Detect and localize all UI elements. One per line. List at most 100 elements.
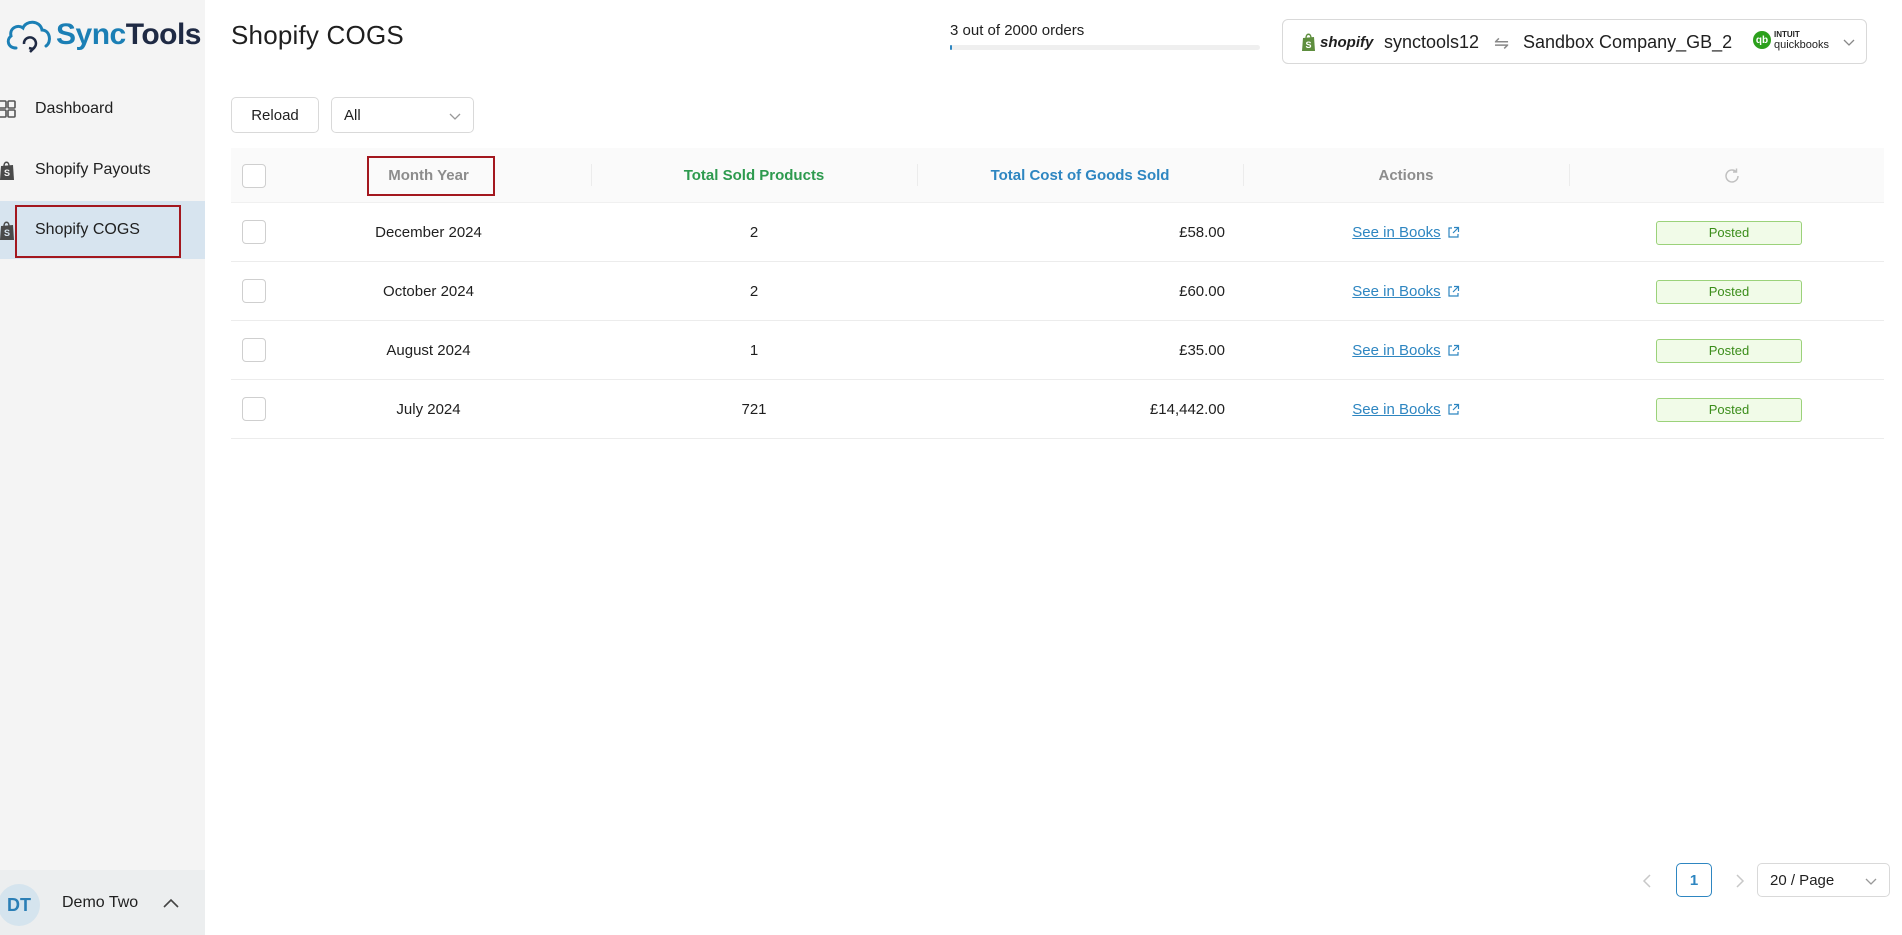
dashboard-grid-icon	[0, 100, 16, 118]
status-badge: Posted	[1656, 279, 1802, 304]
select-all-checkbox[interactable]	[242, 164, 266, 188]
external-link-icon	[1448, 285, 1459, 297]
cell-total-sold: 2	[749, 224, 759, 241]
sidebar-item-label: Shopify COGS	[35, 221, 140, 238]
cell-status: Posted	[1569, 380, 1889, 439]
chevron-down-icon	[1865, 878, 1877, 885]
sidebar-item-shopify-payouts[interactable]: S Shopify Payouts	[0, 141, 205, 199]
refresh-icon[interactable]	[1723, 167, 1741, 185]
cell-total-cost: £14,442.00	[1149, 401, 1225, 418]
status-badge: Posted	[1656, 338, 1802, 363]
page-number-button[interactable]: 1	[1676, 863, 1712, 897]
quickbooks-logo: qb INTUIT quickbooks	[1753, 30, 1830, 51]
shopify-logo: S shopify	[1301, 32, 1373, 52]
page-title: Shopify COGS	[231, 20, 404, 50]
see-in-books-label: See in Books	[1352, 283, 1441, 300]
table-header: Month Year Total Sold Products Total Cos…	[231, 148, 1884, 203]
quickbooks-mark-icon: qb	[1753, 31, 1771, 49]
external-link-icon	[1448, 403, 1459, 415]
row-checkbox[interactable]	[242, 338, 266, 362]
see-in-books-link[interactable]: See in Books	[1352, 342, 1459, 359]
cloud-sync-icon	[6, 20, 51, 53]
see-in-books-label: See in Books	[1352, 224, 1441, 241]
chevron-down-icon	[449, 113, 461, 120]
cell-total-cost: £58.00	[1179, 224, 1225, 241]
sidebar-item-label: Shopify Payouts	[35, 161, 151, 178]
shopify-bag-icon: S	[1302, 33, 1315, 51]
progress-track	[950, 45, 1260, 50]
status-badge: Posted	[1656, 220, 1802, 245]
cell-month-year: December 2024	[375, 224, 482, 241]
cell-total-cost: £60.00	[1179, 283, 1225, 300]
cell-month-year: October 2024	[383, 283, 474, 300]
external-link-icon	[1448, 344, 1459, 356]
sidebar: SyncTools Dashboard S Shopify Payouts S …	[0, 0, 205, 935]
shopify-bag-icon: S	[0, 161, 14, 180]
cell-actions: See in Books	[1243, 203, 1569, 262]
cell-actions: See in Books	[1243, 262, 1569, 321]
row-checkbox[interactable]	[242, 397, 266, 421]
shopify-wordmark: shopify	[1320, 33, 1374, 51]
cell-total-sold: 1	[749, 342, 759, 359]
filter-value: All	[344, 107, 361, 124]
svg-text:S: S	[4, 228, 10, 238]
see-in-books-label: See in Books	[1352, 342, 1441, 359]
sidebar-item-shopify-cogs[interactable]: S Shopify COGS	[0, 201, 205, 259]
order-progress: 3 out of 2000 orders	[950, 22, 1260, 50]
row-checkbox[interactable]	[242, 279, 266, 303]
refresh-column-header	[1569, 148, 1895, 203]
see-in-books-link[interactable]: See in Books	[1352, 401, 1459, 418]
cell-month-year: July 2024	[396, 401, 461, 418]
next-page-icon[interactable]	[1728, 870, 1750, 892]
column-header-actions: Actions	[1378, 167, 1434, 184]
synctools-logo[interactable]: SyncTools	[4, 14, 202, 56]
previous-page-icon[interactable]	[1637, 870, 1659, 892]
swap-icon: ⇋	[1494, 33, 1510, 53]
see-in-books-link[interactable]: See in Books	[1352, 224, 1459, 241]
progress-text: 3 out of 2000 orders	[950, 22, 1085, 39]
cell-status: Posted	[1569, 203, 1889, 262]
svg-text:S: S	[1306, 40, 1312, 50]
avatar: DT	[0, 884, 40, 926]
column-header-total-sold[interactable]: Total Sold Products	[591, 148, 917, 203]
reload-button[interactable]: Reload	[231, 97, 319, 133]
see-in-books-label: See in Books	[1352, 401, 1441, 418]
store-name: synctools12	[1384, 32, 1480, 52]
sidebar-item-label: Dashboard	[35, 100, 114, 117]
cell-actions: See in Books	[1243, 380, 1569, 439]
sidebar-item-dashboard[interactable]: Dashboard	[0, 80, 205, 138]
cell-status: Posted	[1569, 321, 1889, 380]
status-badge: Posted	[1656, 397, 1802, 422]
filter-select[interactable]: All	[331, 97, 474, 133]
user-menu[interactable]: DT Demo Two	[0, 870, 205, 935]
column-header-total-cost[interactable]: Total Cost of Goods Sold	[917, 148, 1243, 203]
table-row: July 2024 721 £14,442.00 See in Books Po…	[231, 380, 1884, 439]
table-row: December 2024 2 £58.00 See in Books Post…	[231, 203, 1884, 262]
logo-text-tools: Tools	[125, 18, 202, 51]
chevron-up-icon[interactable]	[163, 897, 179, 909]
table-row: October 2024 2 £60.00 See in Books Poste…	[231, 262, 1884, 321]
cell-total-sold: 2	[749, 283, 759, 300]
cell-total-cost: £35.00	[1179, 342, 1225, 359]
cogs-table: Month Year Total Sold Products Total Cos…	[231, 148, 1884, 439]
row-checkbox[interactable]	[242, 220, 266, 244]
page-size-select[interactable]: 20 / Page	[1757, 863, 1890, 897]
quickbooks-wordmark: quickbooks	[1774, 39, 1830, 51]
svg-text:S: S	[4, 168, 10, 178]
company-name: Sandbox Company_GB_2	[1523, 32, 1733, 52]
see-in-books-link[interactable]: See in Books	[1352, 283, 1459, 300]
connection-selector[interactable]: S shopify synctools12 ⇋ Sandbox Company_…	[1282, 19, 1867, 64]
external-link-icon	[1448, 226, 1459, 238]
chevron-down-icon[interactable]	[1843, 37, 1855, 47]
logo-text-sync: Sync	[56, 18, 126, 51]
shopify-bag-icon: S	[0, 221, 14, 240]
user-name: Demo Two	[62, 894, 139, 911]
page-size-value: 20 / Page	[1770, 872, 1835, 889]
column-header-month-year[interactable]: Month Year	[291, 148, 566, 203]
cell-month-year: August 2024	[386, 342, 471, 359]
progress-fill	[950, 45, 952, 50]
cell-actions: See in Books	[1243, 321, 1569, 380]
table-row: August 2024 1 £35.00 See in Books Posted	[231, 321, 1884, 380]
cell-total-sold: 721	[741, 401, 767, 418]
cell-status: Posted	[1569, 262, 1889, 321]
